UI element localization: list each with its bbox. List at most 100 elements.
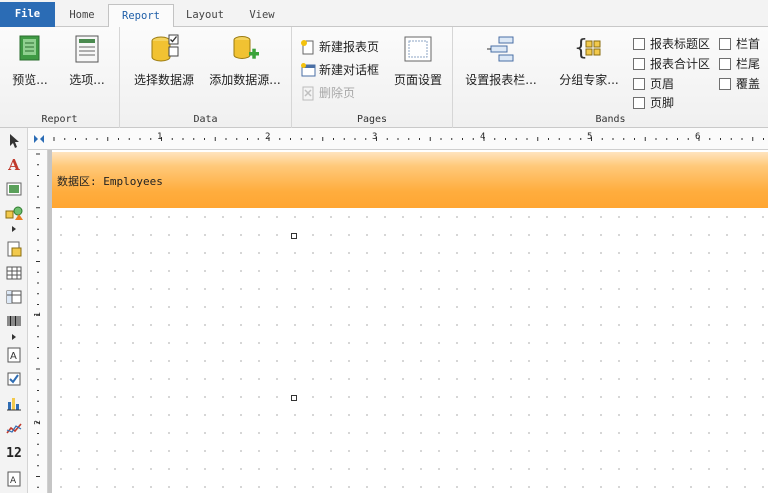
tab-view[interactable]: View [238, 4, 286, 27]
subreport-icon [7, 241, 22, 257]
page-header-label: 页眉 [650, 77, 675, 91]
picture-icon [6, 182, 22, 196]
tab-home[interactable]: Home [57, 4, 107, 27]
sparkline-tool[interactable] [5, 420, 23, 438]
expand-arrow-icon-2[interactable] [12, 334, 16, 340]
checkbox-box [719, 58, 731, 70]
checkbox-box [719, 78, 731, 90]
add-datasource-button[interactable]: 添加数据源... [204, 33, 286, 88]
group-report: 预览... 选项... Report [0, 27, 120, 128]
column-header-label: 栏首 [736, 37, 761, 51]
group-expert-button[interactable]: { 分组专家... [551, 33, 627, 88]
new-dialog-button[interactable]: 新建对话框 [300, 60, 379, 80]
text-object-icon: A [8, 156, 20, 174]
new-dialog-icon [301, 63, 316, 77]
overlay-checkbox[interactable]: 覆盖 [719, 75, 760, 93]
chart-tool[interactable] [5, 394, 23, 412]
barcode-tool[interactable] [5, 312, 23, 330]
tab-file[interactable]: File [0, 2, 55, 27]
select-datasource-label: 选择数据源 [133, 73, 194, 87]
picture-tool[interactable] [5, 180, 23, 198]
configure-bands-label: 设置报表栏... [465, 73, 537, 87]
resize-handle[interactable] [291, 233, 297, 239]
chart-icon [7, 398, 21, 411]
vruler-ticks [36, 153, 40, 488]
pointer-tool[interactable] [5, 132, 23, 150]
number-format-icon: 12 [6, 445, 22, 461]
shape-tool[interactable] [5, 204, 23, 222]
options-button[interactable]: 选项... [62, 33, 112, 88]
group-bands: 设置报表栏... { 分组专家... 报表标题区 报表合计区 页眉 页脚 栏首 … [453, 27, 768, 128]
checkbox-tool[interactable] [5, 370, 23, 388]
resize-handle[interactable] [291, 395, 297, 401]
preview-label: 预览... [12, 73, 48, 87]
ruler-number: 2 [265, 132, 271, 142]
page-footer-label: 页脚 [650, 96, 675, 110]
overlay-label: 覆盖 [736, 77, 761, 91]
horizontal-ruler: 1 2 3 4 5 6 [28, 128, 768, 150]
barcode-icon [7, 316, 21, 326]
matrix-tool[interactable] [5, 288, 23, 306]
checkbox-box [633, 97, 645, 109]
configure-bands-icon [487, 36, 514, 62]
matrix-icon [6, 290, 22, 304]
rich-text-tool[interactable]: A [5, 346, 23, 364]
expand-arrow-icon[interactable] [12, 226, 16, 232]
report-summary-label: 报表合计区 [650, 57, 711, 71]
table-icon [6, 266, 22, 280]
group-pages: 新建报表页 新建对话框 删除页 页面设置 Pages [292, 27, 453, 128]
vertical-ruler: 1 2 [28, 150, 48, 493]
rich-text-icon: A [7, 347, 21, 363]
delete-page-label: 删除页 [319, 86, 356, 100]
svg-text:A: A [10, 351, 17, 362]
vruler-scale [36, 153, 40, 488]
vruler-number: 2 [32, 420, 42, 425]
tab-layout[interactable]: Layout [176, 4, 234, 27]
ruler-number: 1 [157, 132, 163, 142]
text-tool[interactable]: A [5, 156, 23, 174]
page-setup-icon [404, 36, 432, 62]
preview-icon [19, 35, 40, 61]
ruler-number: 3 [372, 132, 378, 142]
shape-icon [5, 206, 23, 220]
report-summary-checkbox[interactable]: 报表合计区 [633, 55, 710, 73]
report-title-checkbox[interactable]: 报表标题区 [633, 35, 710, 53]
delete-page-icon [302, 86, 314, 101]
subreport-tool[interactable] [5, 240, 23, 258]
checkbox-box [633, 78, 645, 90]
ruler-number: 5 [587, 132, 593, 142]
column-header-checkbox[interactable]: 栏首 [719, 35, 760, 53]
table-tool[interactable] [5, 264, 23, 282]
page-setup-label: 页面设置 [393, 73, 442, 87]
delete-page-button[interactable]: 删除页 [300, 83, 355, 103]
add-datasource-label: 添加数据源... [209, 73, 281, 87]
new-report-page-button[interactable]: 新建报表页 [300, 37, 379, 57]
options-icon [75, 35, 99, 63]
page-footer-checkbox[interactable]: 页脚 [633, 94, 674, 112]
new-page-icon [301, 40, 314, 55]
preview-button[interactable]: 预览... [8, 33, 52, 88]
data-band-title: 数据区: Employees [57, 175, 163, 188]
group-bands-label: Bands [595, 114, 626, 125]
group-data-label: Data [193, 114, 218, 125]
sparkline-icon [6, 423, 22, 434]
report-title-label: 报表标题区 [650, 37, 711, 51]
database-add-icon [233, 36, 259, 59]
page-setup-button[interactable]: 页面设置 [390, 33, 446, 88]
configure-bands-button[interactable]: 设置报表栏... [461, 33, 541, 88]
vruler-number: 1 [32, 312, 42, 317]
digital-signature-tool[interactable]: 12 [5, 444, 23, 462]
select-datasource-button[interactable]: 选择数据源 [128, 33, 200, 88]
group-data: 选择数据源 添加数据源... Data [120, 27, 292, 128]
new-dialog-label: 新建对话框 [319, 63, 380, 77]
cellular-text-tool[interactable]: A [5, 470, 23, 488]
page-header-checkbox[interactable]: 页眉 [633, 75, 674, 93]
cellular-text-icon: A [7, 471, 21, 487]
tab-report[interactable]: Report [108, 4, 174, 28]
group-pages-label: Pages [356, 114, 388, 125]
column-footer-checkbox[interactable]: 栏尾 [719, 55, 760, 73]
checkbox-box [719, 38, 731, 50]
group-expert-label: 分组专家... [559, 73, 619, 87]
ribbon: 预览... 选项... Report 选择数据源 添加数据源... Data 新… [0, 27, 768, 128]
ruler-number: 4 [480, 132, 486, 142]
